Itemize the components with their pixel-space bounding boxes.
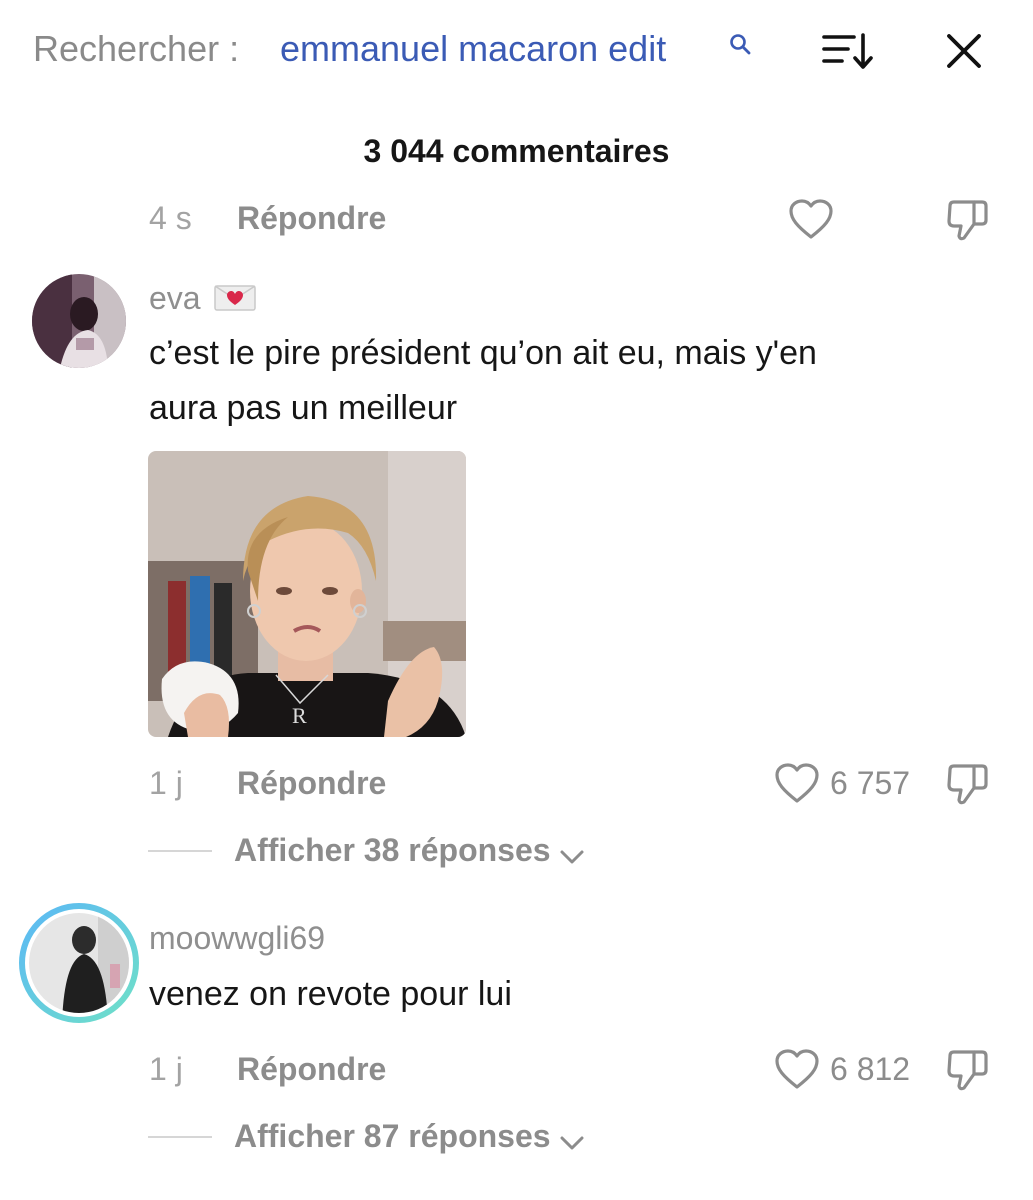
search-icon[interactable] — [728, 32, 752, 61]
replies-divider — [148, 850, 212, 852]
show-replies-button[interactable]: Afficher 38 réponses — [234, 832, 585, 869]
replies-divider — [148, 1136, 212, 1138]
search-query-link[interactable]: emmanuel macaron edit — [280, 28, 666, 70]
comment-time: 1 j — [149, 765, 183, 801]
heart-icon — [775, 1049, 819, 1089]
comment-gif[interactable]: R — [148, 451, 466, 737]
comment-text-line: venez on revote pour lui — [149, 975, 512, 1013]
like-count: 6 757 — [830, 765, 911, 801]
heart-icon — [789, 199, 833, 239]
comment-username[interactable]: eva — [149, 280, 201, 317]
close-button[interactable] — [940, 30, 988, 74]
comment-count: 3 044 commentaires — [363, 133, 670, 169]
heart-icon — [775, 763, 819, 803]
thumbs-down-icon — [947, 764, 988, 805]
dislike-button[interactable] — [944, 196, 992, 249]
like-count: 6 812 — [830, 1051, 911, 1087]
comment-text-line: aura pas un meilleur — [149, 389, 458, 427]
avatar[interactable] — [32, 274, 126, 368]
chevron-down-icon — [560, 1136, 584, 1150]
search-prefix-label: Rechercher : — [33, 28, 240, 69]
dislike-button[interactable] — [944, 760, 992, 813]
like-button[interactable] — [773, 1047, 821, 1096]
like-button[interactable] — [787, 197, 835, 246]
sort-icon — [822, 33, 873, 69]
close-icon — [947, 34, 981, 68]
reply-button[interactable]: Répondre — [237, 1051, 386, 1088]
reply-button[interactable]: Répondre — [237, 200, 386, 237]
thumbs-down-icon — [947, 1050, 988, 1091]
like-button[interactable] — [773, 761, 821, 810]
sort-button[interactable] — [818, 30, 878, 74]
comment-username[interactable]: moowwgli69 — [149, 920, 325, 957]
chevron-down-icon — [560, 850, 584, 864]
dislike-button[interactable] — [944, 1046, 992, 1099]
love-letter-emoji-icon — [214, 284, 256, 317]
thumbs-down-icon — [947, 200, 988, 241]
comment-time: 1 j — [149, 1051, 183, 1087]
show-replies-label: Afficher 38 réponses — [234, 832, 551, 868]
comment-time: 4 s — [149, 200, 192, 236]
comment-text-line: c’est le pire président qu’on ait eu, ma… — [149, 334, 817, 372]
show-replies-button[interactable]: Afficher 87 réponses — [234, 1118, 585, 1155]
avatar[interactable] — [18, 902, 140, 1024]
svg-text:R: R — [292, 703, 307, 728]
reply-button[interactable]: Répondre — [237, 765, 386, 802]
show-replies-label: Afficher 87 réponses — [234, 1118, 551, 1154]
